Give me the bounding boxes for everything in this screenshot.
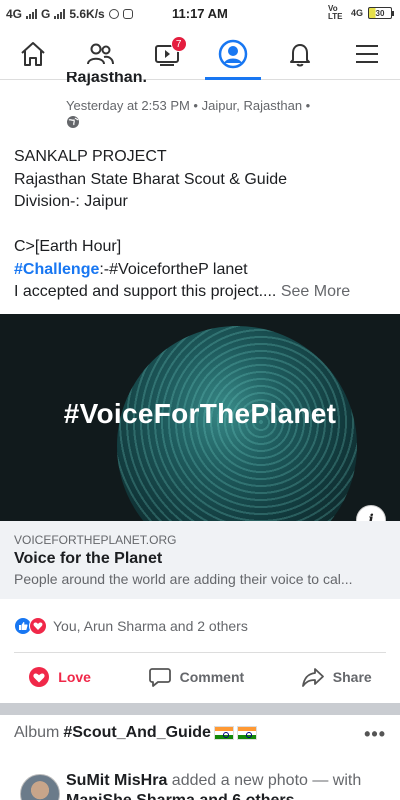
network-speed: 5.6K/s — [69, 7, 105, 21]
next-post-action: added a new photo — with — [171, 772, 362, 789]
link-title: Voice for the Planet — [14, 550, 163, 567]
feed-separator — [0, 703, 400, 715]
network-type-3: 4G — [350, 8, 363, 18]
hashtag-link[interactable]: #Challenge — [14, 261, 99, 278]
volte-indicator: Vo LTE — [327, 4, 343, 21]
post-line: SANKALP PROJECT — [14, 148, 167, 165]
reactions-text: You, Arun Sharma and 2 others — [53, 618, 248, 634]
hashtag-rest: :-#VoicefortheP lanet — [99, 260, 248, 278]
comment-button[interactable]: Comment — [148, 665, 245, 689]
notification-badge: 7 — [170, 35, 187, 52]
link-preview-image[interactable]: #VoiceForThePlanet — [0, 314, 400, 521]
post-header: Rajasthan. Yesterday at 2:53 PM • Jaipur… — [66, 72, 386, 134]
status-time: 11:17 AM — [172, 6, 228, 21]
reaction-icons — [14, 617, 47, 635]
signal-icon-2 — [54, 9, 66, 19]
india-flag-icon — [236, 726, 257, 740]
love-button[interactable]: Love — [28, 666, 91, 688]
share-icon — [301, 668, 324, 687]
avatar[interactable] — [20, 774, 60, 800]
post-line-hashtags: #Challenge:-#VoicefortheP lanet — [14, 259, 390, 282]
divider — [14, 652, 386, 653]
album-name[interactable]: #Scout_And_Guide — [63, 724, 211, 742]
friends-icon — [86, 43, 114, 64]
nav-home[interactable] — [5, 28, 61, 80]
battery-level: 30 — [375, 8, 385, 18]
post-actions: Love Comment Share — [0, 658, 400, 696]
next-post-title: SuMit MisHra added a new photo — with — [66, 772, 361, 790]
link-preview-meta[interactable]: VOICEFORTHEPLANET.ORG Voice for the Plan… — [0, 521, 400, 599]
globe-icon — [67, 116, 79, 128]
next-post-tagged[interactable]: ManiShe Sharma and 6 others — [66, 792, 295, 800]
profile-icon — [219, 39, 248, 68]
album-prefix: Album — [14, 724, 60, 741]
signal-icon — [26, 9, 38, 19]
comment-icon — [148, 668, 171, 687]
network-type-2: G — [41, 7, 51, 21]
post-line: Rajasthan State Bharat Scout & Guide — [14, 170, 288, 188]
post-line-text: I accepted and support this project.... — [14, 283, 277, 300]
india-flag-icon — [213, 726, 234, 740]
share-label: Share — [332, 669, 372, 685]
home-icon — [21, 41, 46, 66]
love-icon — [29, 667, 50, 687]
love-label: Love — [58, 669, 91, 685]
menu-icon — [355, 44, 378, 63]
next-post-header: SuMit MisHra added a new photo — with Ma… — [14, 770, 386, 800]
bell-icon — [289, 43, 310, 66]
link-description: People around the world are adding their… — [14, 571, 353, 587]
status-left: 4G G 5.6K/s — [6, 7, 133, 21]
battery-icon: 30 — [368, 7, 394, 19]
post-author[interactable]: Rajasthan. — [66, 72, 386, 88]
link-domain: VOICEFORTHEPLANET.ORG — [14, 533, 177, 547]
post-body: SANKALP PROJECT Rajasthan State Bharat S… — [14, 146, 390, 304]
comment-label: Comment — [179, 669, 245, 685]
network-type-1: 4G — [6, 7, 23, 21]
next-post-author[interactable]: SuMit MisHra — [66, 772, 167, 789]
post-meta[interactable]: Yesterday at 2:53 PM • Jaipur, Rajasthan… — [66, 98, 386, 113]
love-reaction-icon — [29, 617, 47, 635]
whatsapp-icon — [108, 9, 119, 19]
image-title: #VoiceForThePlanet — [63, 398, 337, 429]
post-line: I accepted and support this project.... … — [14, 281, 390, 304]
see-more-link[interactable]: See More — [281, 283, 350, 300]
instagram-icon — [122, 9, 133, 19]
post-line: Division-: Jaipur — [14, 193, 128, 210]
status-right: Vo LTE 4G 30 — [328, 5, 394, 21]
album-header: Album #Scout_And_Guide ••• — [14, 724, 386, 745]
post-line: C>[Earth Hour] — [14, 238, 122, 255]
share-button[interactable]: Share — [301, 665, 372, 689]
status-bar: 4G G 5.6K/s 11:17 AM Vo LTE 4G 30 — [0, 0, 400, 28]
reactions-summary[interactable]: You, Arun Sharma and 2 others — [14, 617, 248, 635]
more-options-button[interactable]: ••• — [364, 724, 386, 745]
